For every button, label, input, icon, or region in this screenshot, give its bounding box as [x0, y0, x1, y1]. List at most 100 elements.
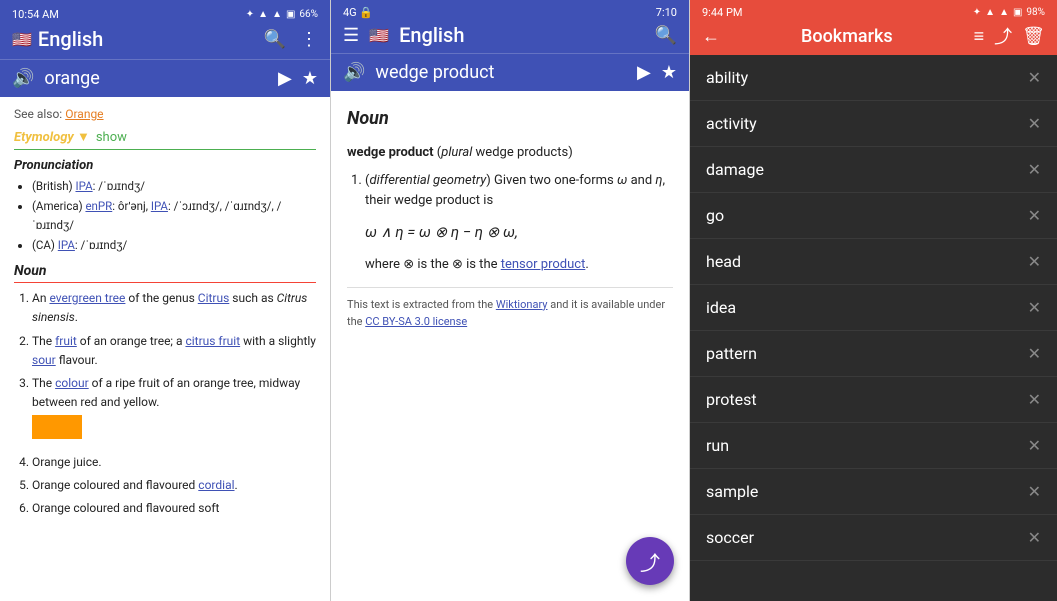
bookmark-label-protest: protest — [706, 390, 757, 409]
bookmark-item-go[interactable]: go ✕ — [690, 193, 1057, 239]
bookmark-close-head[interactable]: ✕ — [1028, 252, 1041, 271]
share-fab-button[interactable]: ⤴ — [626, 537, 674, 585]
bookmark-label-go: go — [706, 206, 724, 225]
bookmark-label-soccer: soccer — [706, 528, 754, 547]
signal-icon: ▲ — [272, 9, 282, 20]
search-button[interactable]: 🔍 — [264, 29, 286, 50]
bookmark-close-activity[interactable]: ✕ — [1028, 114, 1041, 133]
panel1-status-icons: ✦ ▲ ▲ ▣ 66% — [246, 9, 318, 20]
share-button[interactable]: ⤴ — [994, 23, 1012, 49]
bookmark-item-ability[interactable]: ability ✕ — [690, 55, 1057, 101]
wiktionary-link[interactable]: Wiktionary — [496, 298, 548, 311]
etymology-label: Etymology ▼ — [14, 129, 90, 145]
noun-def-1: An evergreen tree of the genus Citrus su… — [32, 289, 316, 327]
hamburger-menu-button[interactable]: ☰ — [343, 25, 359, 46]
panel1-title-row: 🇺🇸 English 🔍 ⋮ — [12, 27, 318, 51]
wifi-icon-3: ▲ — [985, 7, 995, 18]
noun-def-2: The fruit of an orange tree; a citrus fr… — [32, 332, 316, 370]
pronunciation-section: Pronunciation (British) IPA: /ˈɒɹɪndʒ/ (… — [14, 158, 316, 255]
bookmark-item-damage[interactable]: damage ✕ — [690, 147, 1057, 193]
panel3-time: 9:44 PM — [702, 6, 742, 19]
favorite-button-2[interactable]: ★ — [661, 62, 677, 83]
enpr-link[interactable]: enPR — [85, 199, 112, 213]
tensor-product-link[interactable]: tensor product — [501, 257, 586, 272]
panel2-content: Noun wedge product (plural wedge product… — [331, 91, 689, 601]
panel2-title-row: ☰ 🇺🇸 English 🔍 — [343, 23, 677, 47]
panel1-word-row: 🔊 orange ▶ ★ — [0, 59, 330, 97]
panel3-status-bar: 9:44 PM ✦ ▲ ▲ ▣ 98% — [702, 6, 1045, 19]
see-also-link[interactable]: Orange — [65, 107, 103, 121]
bookmark-close-run[interactable]: ✕ — [1028, 436, 1041, 455]
def-geo-label: (differential geometry) — [365, 173, 491, 188]
battery-icon-3: ▣ — [1013, 7, 1022, 18]
delete-button[interactable]: 🗑 — [1022, 26, 1045, 47]
wifi-icon: ▲ — [258, 9, 268, 20]
citrus-link1[interactable]: Citrus — [198, 291, 230, 305]
play-button-2[interactable]: ▶ — [637, 62, 651, 83]
bookmark-item-protest[interactable]: protest ✕ — [690, 377, 1057, 423]
bookmark-close-ability[interactable]: ✕ — [1028, 68, 1041, 87]
bookmark-label-idea: idea — [706, 298, 736, 317]
bluetooth-icon-3: ✦ — [973, 7, 981, 18]
favorite-button[interactable]: ★ — [302, 68, 318, 89]
bookmark-item-head[interactable]: head ✕ — [690, 239, 1057, 285]
bookmark-close-idea[interactable]: ✕ — [1028, 298, 1041, 317]
etymology-toggle[interactable]: show — [96, 130, 127, 145]
panel1-header: 10:54 AM ✦ ▲ ▲ ▣ 66% 🇺🇸 English 🔍 ⋮ — [0, 0, 330, 59]
panel-dictionary-orange: 10:54 AM ✦ ▲ ▲ ▣ 66% 🇺🇸 English 🔍 ⋮ 🔊 or… — [0, 0, 330, 601]
panel2-app-title: English — [399, 23, 645, 47]
panel2-word: wedge product — [375, 62, 627, 83]
bookmark-list: ability ✕ activity ✕ damage ✕ go ✕ head … — [690, 55, 1057, 601]
bookmark-close-damage[interactable]: ✕ — [1028, 160, 1041, 179]
ipa-link-british[interactable]: IPA — [75, 179, 92, 193]
noun-heading-2: Noun — [347, 105, 673, 133]
bookmark-item-soccer[interactable]: soccer ✕ — [690, 515, 1057, 561]
fruit-link[interactable]: fruit — [55, 334, 77, 348]
orange-color-swatch — [32, 415, 82, 439]
panel1-action-icons: 🔍 ⋮ — [264, 29, 318, 50]
bookmark-item-sample[interactable]: sample ✕ — [690, 469, 1057, 515]
battery-pct: 66% — [299, 9, 318, 20]
colour-link[interactable]: colour — [55, 376, 89, 390]
audio-icon[interactable]: 🔊 — [12, 68, 34, 89]
bookmark-item-run[interactable]: run ✕ — [690, 423, 1057, 469]
panel1-content: See also: Orange Etymology ▼ show Pronun… — [0, 97, 330, 601]
back-button[interactable]: ← — [702, 26, 720, 47]
bookmark-close-go[interactable]: ✕ — [1028, 206, 1041, 225]
battery-pct-3: 98% — [1026, 7, 1045, 18]
see-also: See also: Orange — [14, 107, 316, 121]
search-button-2[interactable]: 🔍 — [655, 25, 677, 46]
sort-button[interactable]: ≡ — [974, 26, 985, 47]
panel1-time: 10:54 AM — [12, 8, 59, 21]
pron-item-ca: (CA) IPA: /ˈɒɹɪndʒ/ — [32, 236, 316, 256]
bookmark-label-damage: damage — [706, 160, 764, 179]
wiktionary-prefix: This text is extracted from the — [347, 298, 493, 311]
see-also-prefix: See also: — [14, 107, 65, 121]
bookmark-close-protest[interactable]: ✕ — [1028, 390, 1041, 409]
etymology-row: Etymology ▼ show — [14, 129, 316, 150]
evergreen-link[interactable]: evergreen tree — [49, 291, 125, 305]
play-button[interactable]: ▶ — [278, 68, 292, 89]
definition-where: where ⊗ is the ⊗ is the tensor product. — [365, 255, 673, 275]
bookmark-item-pattern[interactable]: pattern ✕ — [690, 331, 1057, 377]
sour-link[interactable]: sour — [32, 353, 56, 367]
citrus-fruit-link[interactable]: citrus fruit — [185, 334, 240, 348]
bookmark-item-idea[interactable]: idea ✕ — [690, 285, 1057, 331]
bookmark-close-soccer[interactable]: ✕ — [1028, 528, 1041, 547]
panel3-title-row: ← Bookmarks ≡ ⤴ 🗑 — [702, 23, 1045, 49]
panel-dictionary-wedge: 4G 🔒 7:10 ☰ 🇺🇸 English 🔍 🔊 wedge product… — [330, 0, 690, 601]
noun-def-4: Orange juice. — [32, 453, 316, 472]
ipa-link-america[interactable]: IPA — [151, 199, 168, 213]
cordial-link[interactable]: cordial — [198, 478, 234, 492]
bookmark-close-pattern[interactable]: ✕ — [1028, 344, 1041, 363]
bookmark-close-sample[interactable]: ✕ — [1028, 482, 1041, 501]
panel1-status-bar: 10:54 AM ✦ ▲ ▲ ▣ 66% — [12, 8, 318, 21]
audio-icon-2[interactable]: 🔊 — [343, 62, 365, 83]
cc-license-link[interactable]: CC BY-SA 3.0 license — [365, 315, 467, 328]
plural-word: wedge products — [476, 145, 569, 160]
more-menu-button[interactable]: ⋮ — [300, 29, 318, 50]
bookmark-item-activity[interactable]: activity ✕ — [690, 101, 1057, 147]
share-icon: ⤴ — [640, 547, 660, 576]
noun-def-6: Orange coloured and flavoured soft — [32, 499, 316, 518]
ipa-link-ca[interactable]: IPA — [58, 238, 75, 252]
